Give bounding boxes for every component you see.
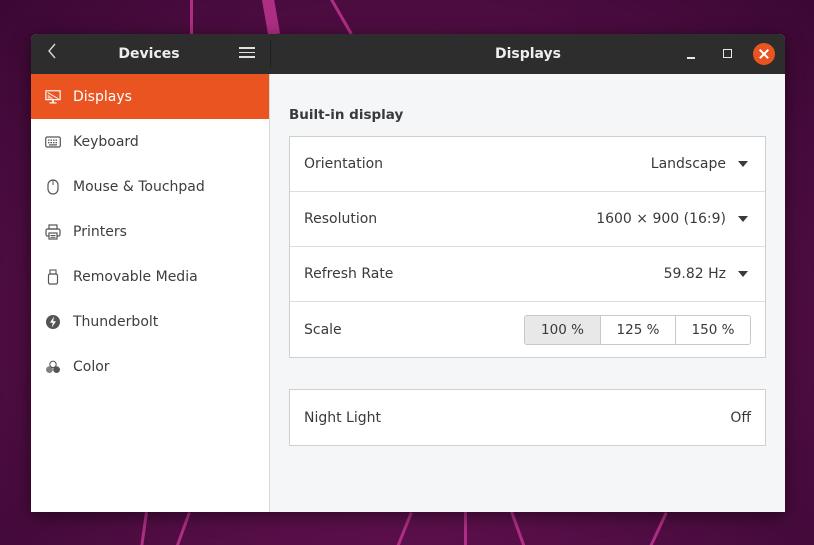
refresh-rate-value: 59.82 Hz <box>663 266 726 282</box>
page-title: Displays <box>494 46 562 62</box>
sidebar-item-label: Color <box>73 358 110 375</box>
sidebar-item-color[interactable]: Color <box>31 344 269 389</box>
wallpaper-line <box>510 510 527 545</box>
minimize-button[interactable] <box>681 43 703 65</box>
dropdown-arrow-icon <box>738 216 748 222</box>
sidebar-title: Devices <box>118 46 180 62</box>
refresh-rate-row[interactable]: Refresh Rate 59.82 Hz <box>290 247 765 302</box>
wallpaper-line <box>330 0 353 35</box>
night-light-value: Off <box>730 409 751 426</box>
wallpaper-line <box>262 0 281 36</box>
thunderbolt-icon <box>45 314 61 330</box>
scale-125-button[interactable]: 125 % <box>600 315 675 344</box>
printer-icon <box>45 223 61 240</box>
chevron-left-icon <box>48 43 56 59</box>
sidebar-item-label: Displays <box>73 88 132 105</box>
scale-label: Scale <box>304 321 342 338</box>
night-light-list: Night Light Off <box>289 389 766 446</box>
displays-panel: Built-in display Orientation Landscape R… <box>271 74 785 512</box>
wallpaper-line <box>464 512 467 545</box>
wallpaper-line <box>190 0 193 36</box>
sidebar-item-label: Printers <box>73 223 127 240</box>
orientation-value: Landscape <box>650 156 726 172</box>
wallpaper-line <box>174 512 191 545</box>
header-bar: Devices Displays <box>31 34 785 74</box>
resolution-row[interactable]: Resolution 1600 × 900 (16:9) <box>290 192 765 247</box>
mouse-icon <box>45 178 61 195</box>
refresh-rate-label: Refresh Rate <box>304 266 394 282</box>
wallpaper-line <box>648 512 668 545</box>
night-light-label: Night Light <box>304 409 381 426</box>
sidebar-item-displays[interactable]: Displays <box>31 74 269 119</box>
hamburger-icon <box>237 47 257 58</box>
scale-row: Scale 100 % 125 % 150 % <box>290 302 765 357</box>
sidebar-item-removable-media[interactable]: Removable Media <box>31 254 269 299</box>
keyboard-icon <box>45 134 61 150</box>
display-icon <box>45 89 61 105</box>
scale-150-button[interactable]: 150 % <box>675 315 750 344</box>
hamburger-menu-button[interactable] <box>237 44 257 64</box>
sidebar-item-label: Thunderbolt <box>73 313 159 330</box>
sidebar-item-thunderbolt[interactable]: Thunderbolt <box>31 299 269 344</box>
dropdown-arrow-icon <box>738 161 748 167</box>
sidebar: Displays Keyboard Mouse & Touchpad Print… <box>31 74 270 512</box>
sidebar-item-printers[interactable]: Printers <box>31 209 269 254</box>
sidebar-item-label: Keyboard <box>73 133 139 150</box>
settings-window: Devices Displays Displays Keyboard Mouse… <box>31 34 785 512</box>
resolution-value: 1600 × 900 (16:9) <box>596 211 726 227</box>
sidebar-header: Devices <box>31 34 270 74</box>
usb-drive-icon <box>45 268 61 285</box>
wallpaper-line <box>139 512 148 545</box>
color-icon <box>45 359 61 375</box>
scale-button-group: 100 % 125 % 150 % <box>524 314 751 345</box>
night-light-row[interactable]: Night Light Off <box>290 390 765 445</box>
resolution-label: Resolution <box>304 211 378 227</box>
back-button[interactable] <box>41 42 63 66</box>
display-settings-list: Orientation Landscape Resolution 1600 × … <box>289 136 766 358</box>
sidebar-item-label: Mouse & Touchpad <box>73 178 205 195</box>
close-button[interactable] <box>753 43 775 65</box>
section-title: Built-in display <box>289 107 404 123</box>
dropdown-arrow-icon <box>738 271 748 277</box>
sidebar-item-label: Removable Media <box>73 268 198 285</box>
maximize-button[interactable] <box>717 43 739 65</box>
orientation-row[interactable]: Orientation Landscape <box>290 137 765 192</box>
sidebar-item-keyboard[interactable]: Keyboard <box>31 119 269 164</box>
scale-100-button[interactable]: 100 % <box>525 315 600 344</box>
wallpaper-line <box>395 512 413 545</box>
sidebar-item-mouse-touchpad[interactable]: Mouse & Touchpad <box>31 164 269 209</box>
orientation-label: Orientation <box>304 156 384 172</box>
